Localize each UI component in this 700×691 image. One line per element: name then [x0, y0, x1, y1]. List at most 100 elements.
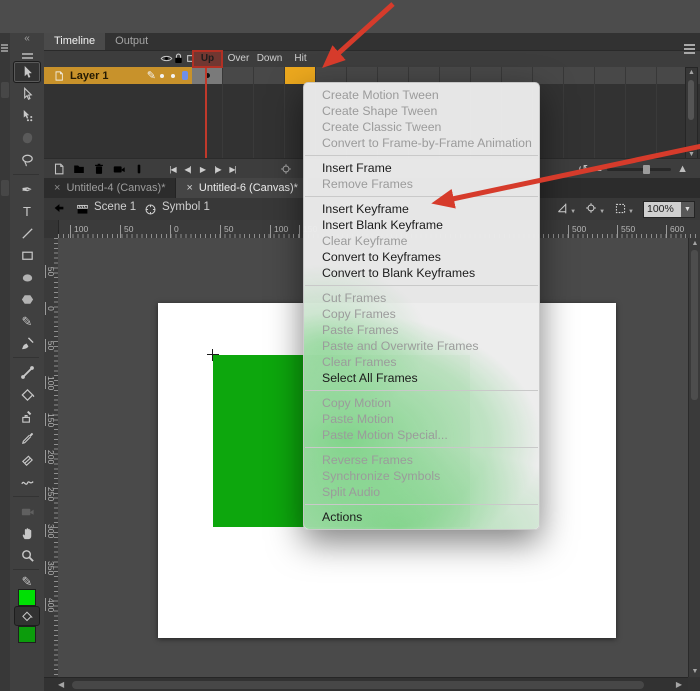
zoom-level-dropdown[interactable]: 100% ▼ [643, 201, 695, 218]
menu-insert-keyframe[interactable]: Insert Keyframe [304, 201, 539, 217]
registration-crosshair-icon[interactable]: ▼ [585, 200, 605, 218]
menu-split-audio[interactable]: Split Audio [304, 484, 539, 500]
zoom-tool[interactable] [13, 544, 41, 566]
layer-name-cell[interactable]: Layer 1 ✎ [44, 67, 192, 84]
play-button[interactable]: ▶ [195, 165, 210, 174]
bone-tool[interactable] [13, 361, 41, 383]
breadcrumb-symbol[interactable]: Symbol 1 [162, 201, 210, 213]
zoom-out-frames-icon[interactable]: ▲ [596, 166, 603, 173]
scroll-down-icon[interactable]: ▼ [686, 151, 697, 158]
selection-tool[interactable] [13, 61, 41, 83]
frame-cell[interactable] [192, 67, 223, 84]
canvas-vertical-scrollbar[interactable]: ▲ ▼ [688, 238, 700, 677]
dock-panel-chip[interactable] [1, 180, 9, 196]
collapse-panel-button[interactable]: « [10, 33, 44, 46]
frame-label-over[interactable]: Over [223, 50, 254, 67]
close-icon[interactable]: × [186, 182, 192, 194]
eraser-tool[interactable] [13, 449, 41, 471]
menu-insert-blank-keyframe[interactable]: Insert Blank Keyframe [304, 217, 539, 233]
menu-clear-keyframe[interactable]: Clear Keyframe [304, 233, 539, 249]
menu-copy-frames[interactable]: Copy Frames [304, 306, 539, 322]
timeline-zoom-slider[interactable] [607, 168, 671, 171]
menu-convert-frame-by-frame[interactable]: Convert to Frame-by-Frame Animation [304, 135, 539, 151]
scroll-down-icon[interactable]: ▼ [689, 668, 700, 675]
tools-panel-menu-icon[interactable] [10, 46, 44, 59]
eyedropper-tool[interactable] [13, 427, 41, 449]
center-frame-button[interactable] [276, 161, 296, 177]
doc-tab-untitled-6[interactable]: × Untitled-6 (Canvas)* [176, 178, 308, 198]
stroke-color-swatch[interactable] [13, 589, 41, 606]
chevron-down-icon[interactable]: ▼ [681, 202, 694, 217]
menu-paste-motion[interactable]: Paste Motion [304, 411, 539, 427]
frame-cell[interactable] [626, 67, 657, 84]
new-folder-button[interactable] [69, 161, 89, 177]
doc-tab-untitled-4[interactable]: × Untitled-4 (Canvas)* [44, 178, 176, 198]
zoom-in-frames-icon[interactable]: ▲ [677, 163, 688, 175]
step-back-button[interactable]: ◀| [180, 165, 195, 174]
paint-bucket-tool[interactable] [13, 383, 41, 405]
menu-copy-motion[interactable]: Copy Motion [304, 395, 539, 411]
scroll-up-icon[interactable]: ▲ [686, 69, 697, 76]
menu-reverse-frames[interactable]: Reverse Frames [304, 452, 539, 468]
dock-panel-chip[interactable] [1, 82, 9, 98]
rectangle-tool[interactable] [13, 244, 41, 266]
playhead-line[interactable] [205, 67, 207, 158]
slider-thumb[interactable] [643, 165, 650, 174]
menu-cut-frames[interactable]: Cut Frames [304, 290, 539, 306]
reset-timeline-zoom-icon[interactable]: ↺ [578, 162, 588, 176]
frame-cell[interactable] [533, 67, 564, 84]
polystar-tool[interactable] [13, 288, 41, 310]
fill-color-swatch[interactable] [13, 626, 41, 643]
scroll-up-icon[interactable]: ▲ [689, 240, 700, 247]
fill-color-bucket[interactable] [14, 606, 40, 626]
line-tool[interactable] [13, 222, 41, 244]
step-forward-button[interactable]: |▶ [210, 165, 225, 174]
subselection-tool[interactable] [13, 83, 41, 105]
pasteboard-icon[interactable]: ▼ [614, 200, 634, 218]
outline-color-chip[interactable] [182, 71, 188, 80]
menu-create-motion-tween[interactable]: Create Motion Tween [304, 87, 539, 103]
menu-synchronize-symbols[interactable]: Synchronize Symbols [304, 468, 539, 484]
visibility-dot-icon[interactable] [160, 74, 164, 78]
menu-clear-frames[interactable]: Clear Frames [304, 354, 539, 370]
menu-remove-frames[interactable]: Remove Frames [304, 176, 539, 192]
width-tool[interactable] [13, 471, 41, 493]
scrollbar-thumb[interactable] [72, 681, 644, 689]
scrollbar-thumb[interactable] [691, 250, 698, 400]
frame-label-up[interactable]: Up [192, 50, 223, 68]
menu-convert-to-blank-keyframes[interactable]: Convert to Blank Keyframes [304, 265, 539, 281]
first-frame-button[interactable]: |◀ [165, 165, 180, 174]
oval-tool[interactable] [13, 266, 41, 288]
menu-paste-overwrite-frames[interactable]: Paste and Overwrite Frames [304, 338, 539, 354]
scroll-left-icon[interactable]: ◀ [58, 680, 64, 689]
tab-output[interactable]: Output [105, 33, 158, 50]
frame-cell[interactable] [564, 67, 595, 84]
camera-button[interactable] [109, 161, 129, 177]
hand-tool[interactable] [13, 522, 41, 544]
straighten-icon[interactable]: ▼ [556, 200, 576, 218]
frame-cell[interactable] [595, 67, 626, 84]
menu-paste-motion-special[interactable]: Paste Motion Special... [304, 427, 539, 443]
frame-cell[interactable] [657, 67, 688, 84]
frame-label-down[interactable]: Down [254, 50, 285, 67]
new-layer-button[interactable] [49, 161, 69, 177]
ink-bottle-tool[interactable] [13, 405, 41, 427]
back-arrow-icon[interactable] [52, 201, 66, 215]
canvas-horizontal-scrollbar[interactable]: ◀ ▶ [44, 677, 688, 691]
text-tool[interactable]: T [13, 200, 41, 222]
brush-tool[interactable] [13, 332, 41, 354]
frame-cell[interactable] [223, 67, 254, 84]
scrollbar-thumb[interactable] [688, 80, 694, 120]
scroll-right-icon[interactable]: ▶ [676, 680, 682, 689]
menu-convert-to-keyframes[interactable]: Convert to Keyframes [304, 249, 539, 265]
frame-cell[interactable] [254, 67, 285, 84]
menu-create-classic-tween[interactable]: Create Classic Tween [304, 119, 539, 135]
lock-dot-icon[interactable] [171, 74, 175, 78]
gradient-transform-tool[interactable] [13, 127, 41, 149]
frame-label-hit[interactable]: Hit [285, 50, 316, 67]
marker-button[interactable] [129, 161, 149, 177]
menu-paste-frames[interactable]: Paste Frames [304, 322, 539, 338]
pencil-tool[interactable]: ✎ [13, 310, 41, 332]
pen-tool[interactable]: ✒ [13, 178, 41, 200]
menu-insert-frame[interactable]: Insert Frame [304, 160, 539, 176]
